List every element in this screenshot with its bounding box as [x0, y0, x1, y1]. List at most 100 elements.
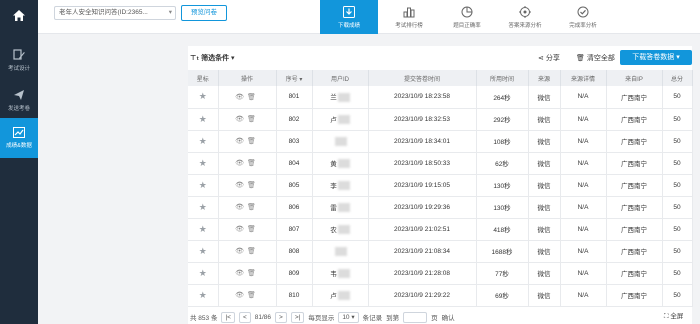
pagination: 共 853 条 |< < 81/86 > >| 每页显示 10 ▾ 条记录 到第… — [190, 310, 700, 324]
sidebar-item-send[interactable]: 发送考卷 — [0, 80, 38, 120]
user-cell: 卢 — [312, 284, 369, 307]
table-row[interactable]: ★ 👁🗑 806 雷 2023/10/9 19:29:36 130秒 微信 N/A 广西南宁 50 — [188, 196, 693, 219]
delete-icon[interactable]: 🗑 — [247, 138, 259, 145]
source-detail-cell: N/A — [560, 174, 607, 197]
tab-ranking[interactable]: 考试排行榜 — [380, 0, 438, 34]
user-cell — [312, 240, 369, 263]
first-page-button[interactable]: |< — [221, 311, 235, 323]
share-button[interactable]: ⋖ 分享 — [538, 53, 560, 63]
home-icon — [13, 9, 25, 21]
star-icon[interactable]: ★ — [199, 180, 207, 190]
column-header[interactable]: 星标 — [188, 70, 219, 86]
table-row[interactable]: ★ 👁🗑 805 李 2023/10/9 19:15:05 130秒 微信 N/A 广西南宁 50 — [188, 174, 693, 197]
view-icon[interactable]: 👁 — [235, 226, 247, 233]
confirm-button[interactable]: 确认 — [442, 312, 455, 322]
view-icon[interactable]: 👁 — [235, 116, 247, 123]
delete-icon[interactable]: 🗑 — [247, 248, 259, 255]
seq-cell: 810 — [276, 284, 313, 307]
fullscreen-button[interactable]: ⛶ 全屏 — [664, 310, 683, 321]
duration-cell: 77秒 — [476, 262, 529, 285]
submit-time-cell: 2023/10/9 21:28:08 — [368, 262, 477, 285]
goto-page-input[interactable] — [403, 311, 428, 323]
table-row[interactable]: ★ 👁🗑 807 农 2023/10/9 21:02:51 418秒 微信 N/A 广西南宁 50 — [188, 218, 693, 241]
table-row[interactable]: ★ 👁🗑 803 2023/10/9 18:34:01 108秒 微信 N/A 广西南宁 50 — [188, 130, 693, 153]
table-row[interactable]: ★ 👁🗑 801 兰 2023/10/9 18:23:58 264秒 微信 N/A 广西南宁 50 — [188, 86, 693, 109]
tab-source-analysis[interactable]: 答案来源分析 — [496, 0, 554, 34]
star-icon[interactable]: ★ — [199, 114, 207, 124]
fullscreen-label: 全屏 — [670, 313, 684, 320]
star-icon[interactable]: ★ — [199, 290, 207, 300]
tab-completion[interactable]: 完成率分析 — [554, 0, 612, 34]
download-icon — [343, 5, 355, 18]
seq-cell: 804 — [276, 152, 313, 175]
actions-cell: 👁🗑 — [218, 152, 277, 175]
last-page-button[interactable]: >| — [290, 311, 305, 323]
home-button[interactable] — [0, 0, 38, 30]
star-icon[interactable]: ★ — [199, 91, 207, 101]
table-row[interactable]: ★ 👁🗑 809 韦 2023/10/9 21:28:08 77秒 微信 N/A 广西南宁 50 — [188, 262, 693, 285]
page-indicator: 81/86 — [254, 313, 272, 321]
delete-icon[interactable]: 🗑 — [247, 226, 259, 233]
delete-icon[interactable]: 🗑 — [247, 182, 259, 189]
table-row[interactable]: ★ 👁🗑 810 卢 2023/10/9 21:29:22 69秒 微信 N/A 广西南宁 50 — [188, 284, 693, 307]
sidebar-item-design[interactable]: 考试设计 — [0, 40, 38, 80]
star-icon[interactable]: ★ — [199, 136, 207, 146]
delete-icon[interactable]: 🗑 — [247, 94, 259, 101]
filter-button[interactable]: ⊤ₜ 筛选条件 ▾ — [190, 53, 235, 63]
source-detail-cell: N/A — [560, 86, 607, 109]
delete-icon[interactable]: 🗑 — [247, 160, 259, 167]
source-detail-cell: N/A — [560, 152, 607, 175]
ip-cell: 广西南宁 — [606, 174, 663, 197]
user-id: 卢 — [330, 116, 337, 124]
star-icon[interactable]: ★ — [199, 202, 207, 212]
clear-all-button[interactable]: 🗑 清空全部 — [576, 53, 615, 63]
duration-cell: 62秒 — [476, 152, 529, 175]
submit-time-cell: 2023/10/9 18:50:33 — [368, 152, 477, 175]
view-icon[interactable]: 👁 — [235, 292, 247, 299]
table-row[interactable]: ★ 👁🗑 804 黄 2023/10/9 18:50:33 62秒 微信 N/A 广西南宁 50 — [188, 152, 693, 175]
seq-cell: 808 — [276, 240, 313, 263]
prev-page-button[interactable]: < — [238, 311, 251, 323]
delete-icon[interactable]: 🗑 — [247, 292, 259, 299]
column-header[interactable]: 序号 ▾ — [276, 70, 313, 86]
view-icon[interactable]: 👁 — [235, 270, 247, 277]
next-page-button[interactable]: > — [275, 311, 287, 323]
actions-cell: 👁🗑 — [218, 218, 277, 241]
sidebar-item-label: 成绩&数据 — [6, 143, 32, 149]
star-cell: ★ — [188, 86, 219, 109]
delete-icon[interactable]: 🗑 — [247, 270, 259, 277]
star-icon[interactable]: ★ — [199, 158, 207, 168]
star-icon[interactable]: ★ — [199, 246, 207, 256]
redacted-block — [337, 181, 350, 191]
download-data-button[interactable]: 下载答卷数据 ▾ — [620, 50, 692, 65]
view-icon[interactable]: 👁 — [235, 160, 247, 167]
delete-icon[interactable]: 🗑 — [247, 116, 259, 123]
source-detail-cell: N/A — [560, 130, 607, 153]
tab-accuracy[interactable]: 题目正确率 — [438, 0, 496, 34]
submit-time-cell: 2023/10/9 21:02:51 — [368, 218, 477, 241]
sidebar-item-label: 发送考卷 — [7, 105, 30, 112]
view-icon[interactable]: 👁 — [235, 94, 247, 101]
table-row[interactable]: ★ 👁🗑 802 卢 2023/10/9 18:32:53 292秒 微信 N/A 广西南宁 50 — [188, 108, 693, 131]
view-icon[interactable]: 👁 — [235, 138, 247, 145]
sort-icon[interactable]: ▾ — [299, 77, 302, 83]
view-icon[interactable]: 👁 — [235, 204, 247, 211]
submit-time-cell: 2023/10/9 18:23:58 — [368, 86, 477, 109]
column-header: 操作 — [218, 70, 277, 86]
records-label: 条记录 — [362, 315, 383, 322]
view-icon[interactable]: 👁 — [235, 248, 247, 255]
preview-button[interactable]: 预览问卷 — [181, 5, 227, 21]
source-cell: 微信 — [528, 284, 561, 307]
duration-cell: 418秒 — [476, 218, 529, 241]
sidebar-item-data[interactable]: 成绩&数据 — [0, 118, 38, 158]
tab-download[interactable]: 下载成绩 — [320, 0, 378, 34]
star-icon[interactable]: ★ — [199, 224, 207, 234]
star-icon[interactable]: ★ — [199, 268, 207, 278]
delete-icon[interactable]: 🗑 — [247, 204, 259, 211]
duration-cell: 130秒 — [476, 174, 529, 197]
user-id: 卢 — [330, 292, 337, 300]
per-page-select[interactable]: 10 ▾ — [338, 311, 359, 323]
survey-select[interactable]: 老年人安全知识问答(ID:2365... ▾ — [54, 6, 176, 20]
view-icon[interactable]: 👁 — [235, 182, 247, 189]
table-row[interactable]: ★ 👁🗑 808 2023/10/9 21:08:34 1688秒 微信 N/A 广西南宁 50 — [188, 240, 693, 263]
